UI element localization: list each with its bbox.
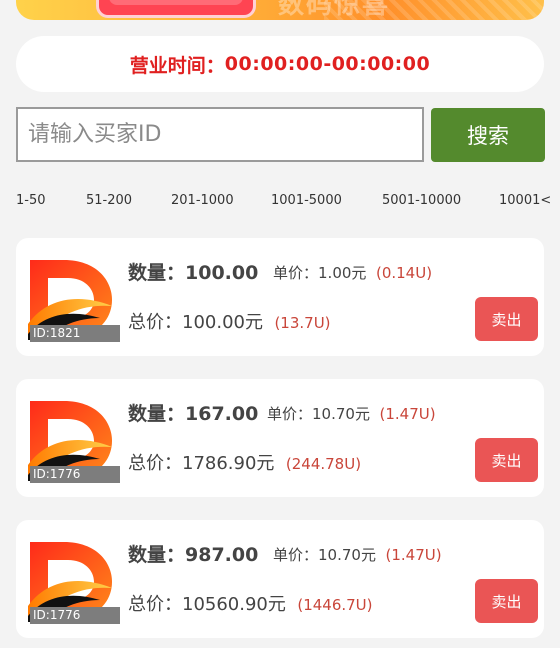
buyer-id-tag: ID:1821	[30, 325, 120, 342]
unit-price-label: 单价：	[267, 405, 313, 423]
seller-avatar: ID:1821	[24, 256, 120, 342]
sell-button[interactable]: 卖出	[475, 297, 538, 341]
total-price-label: 总价：	[128, 453, 182, 474]
range-tab-51-200[interactable]: 51-200	[86, 193, 132, 208]
unit-price-value: 10.70元	[318, 546, 376, 564]
order-card: ID:1821 数量：100.00 单价：1.00元 (0.14U) 总价：10…	[16, 238, 544, 356]
quantity-label: 数量：	[128, 544, 186, 566]
total-price-value: 10560.90元	[182, 594, 286, 615]
quantity-label: 数量：	[128, 403, 186, 425]
unit-price-usdt: (0.14U)	[375, 264, 433, 282]
unit-price-value: 10.70元	[312, 405, 370, 423]
quantity: 数量：167.00	[128, 399, 258, 426]
total-price-label: 总价：	[128, 312, 182, 333]
quantity: 数量：987.00	[128, 540, 258, 567]
unit-price-usdt: (1.47U)	[379, 405, 436, 423]
total-price-value: 1786.90元	[182, 453, 275, 474]
unit-price-label: 单价：	[273, 546, 319, 564]
quantity-label: 数量：	[128, 262, 186, 284]
quantity-value: 987.00	[185, 544, 259, 566]
total-price-usdt: (244.78U)	[285, 455, 362, 473]
quantity-value: 100.00	[185, 262, 259, 284]
buyer-id-tag: ID:1776	[30, 466, 120, 483]
promo-banner[interactable]: 数码惊喜	[16, 0, 544, 20]
sell-button[interactable]: 卖出	[475, 579, 538, 623]
quantity-value: 167.00	[185, 403, 259, 425]
total-price-usdt: (1446.7U)	[297, 596, 373, 614]
business-hours-label: 营业时间：	[129, 54, 225, 77]
business-hours-value: 00:00:00-00:00:00	[224, 53, 431, 75]
seller-avatar: ID:1776	[24, 538, 120, 624]
business-hours-card: 营业时间： 00:00:00-00:00:00	[16, 36, 544, 92]
range-tab-1-50[interactable]: 1-50	[16, 193, 46, 208]
range-tab-1001-5000[interactable]: 1001-5000	[271, 193, 342, 208]
unit-price-label: 单价：	[273, 264, 319, 282]
total-price-usdt: (13.7U)	[274, 314, 331, 332]
banner-tv-graphic	[96, 0, 256, 18]
total-price-value: 100.00元	[182, 312, 263, 333]
unit-price: 单价：10.70元 (1.47U)	[267, 403, 436, 424]
unit-price: 单价：10.70元 (1.47U)	[273, 544, 442, 565]
buyer-id-tag: ID:1776	[30, 607, 120, 624]
order-card: ID:1776 数量：167.00 单价：10.70元 (1.47U) 总价：1…	[16, 379, 544, 497]
range-tab-5001-10000[interactable]: 5001-10000	[382, 193, 461, 208]
unit-price: 单价：1.00元 (0.14U)	[273, 262, 432, 283]
order-card: ID:1776 数量：987.00 单价：10.70元 (1.47U) 总价：1…	[16, 520, 544, 638]
total-price: 总价：10560.90元 (1446.7U)	[128, 590, 373, 616]
banner-pattern	[324, 0, 544, 20]
range-tab-201-1000[interactable]: 201-1000	[171, 193, 234, 208]
seller-avatar: ID:1776	[24, 397, 120, 483]
total-price: 总价：1786.90元 (244.78U)	[128, 449, 361, 475]
unit-price-usdt: (1.47U)	[385, 546, 442, 564]
total-price-label: 总价：	[128, 594, 182, 615]
total-price: 总价：100.00元 (13.7U)	[128, 308, 331, 334]
range-tab-10001-plus[interactable]: 10001<	[499, 193, 551, 208]
buyer-id-search-input[interactable]	[16, 107, 424, 162]
quantity-range-tabs: 1-50 51-200 201-1000 1001-5000 5001-1000…	[0, 186, 560, 216]
sell-button[interactable]: 卖出	[475, 438, 538, 482]
quantity: 数量：100.00	[128, 258, 258, 285]
unit-price-value: 1.00元	[318, 264, 367, 282]
search-button[interactable]: 搜索	[431, 108, 545, 162]
